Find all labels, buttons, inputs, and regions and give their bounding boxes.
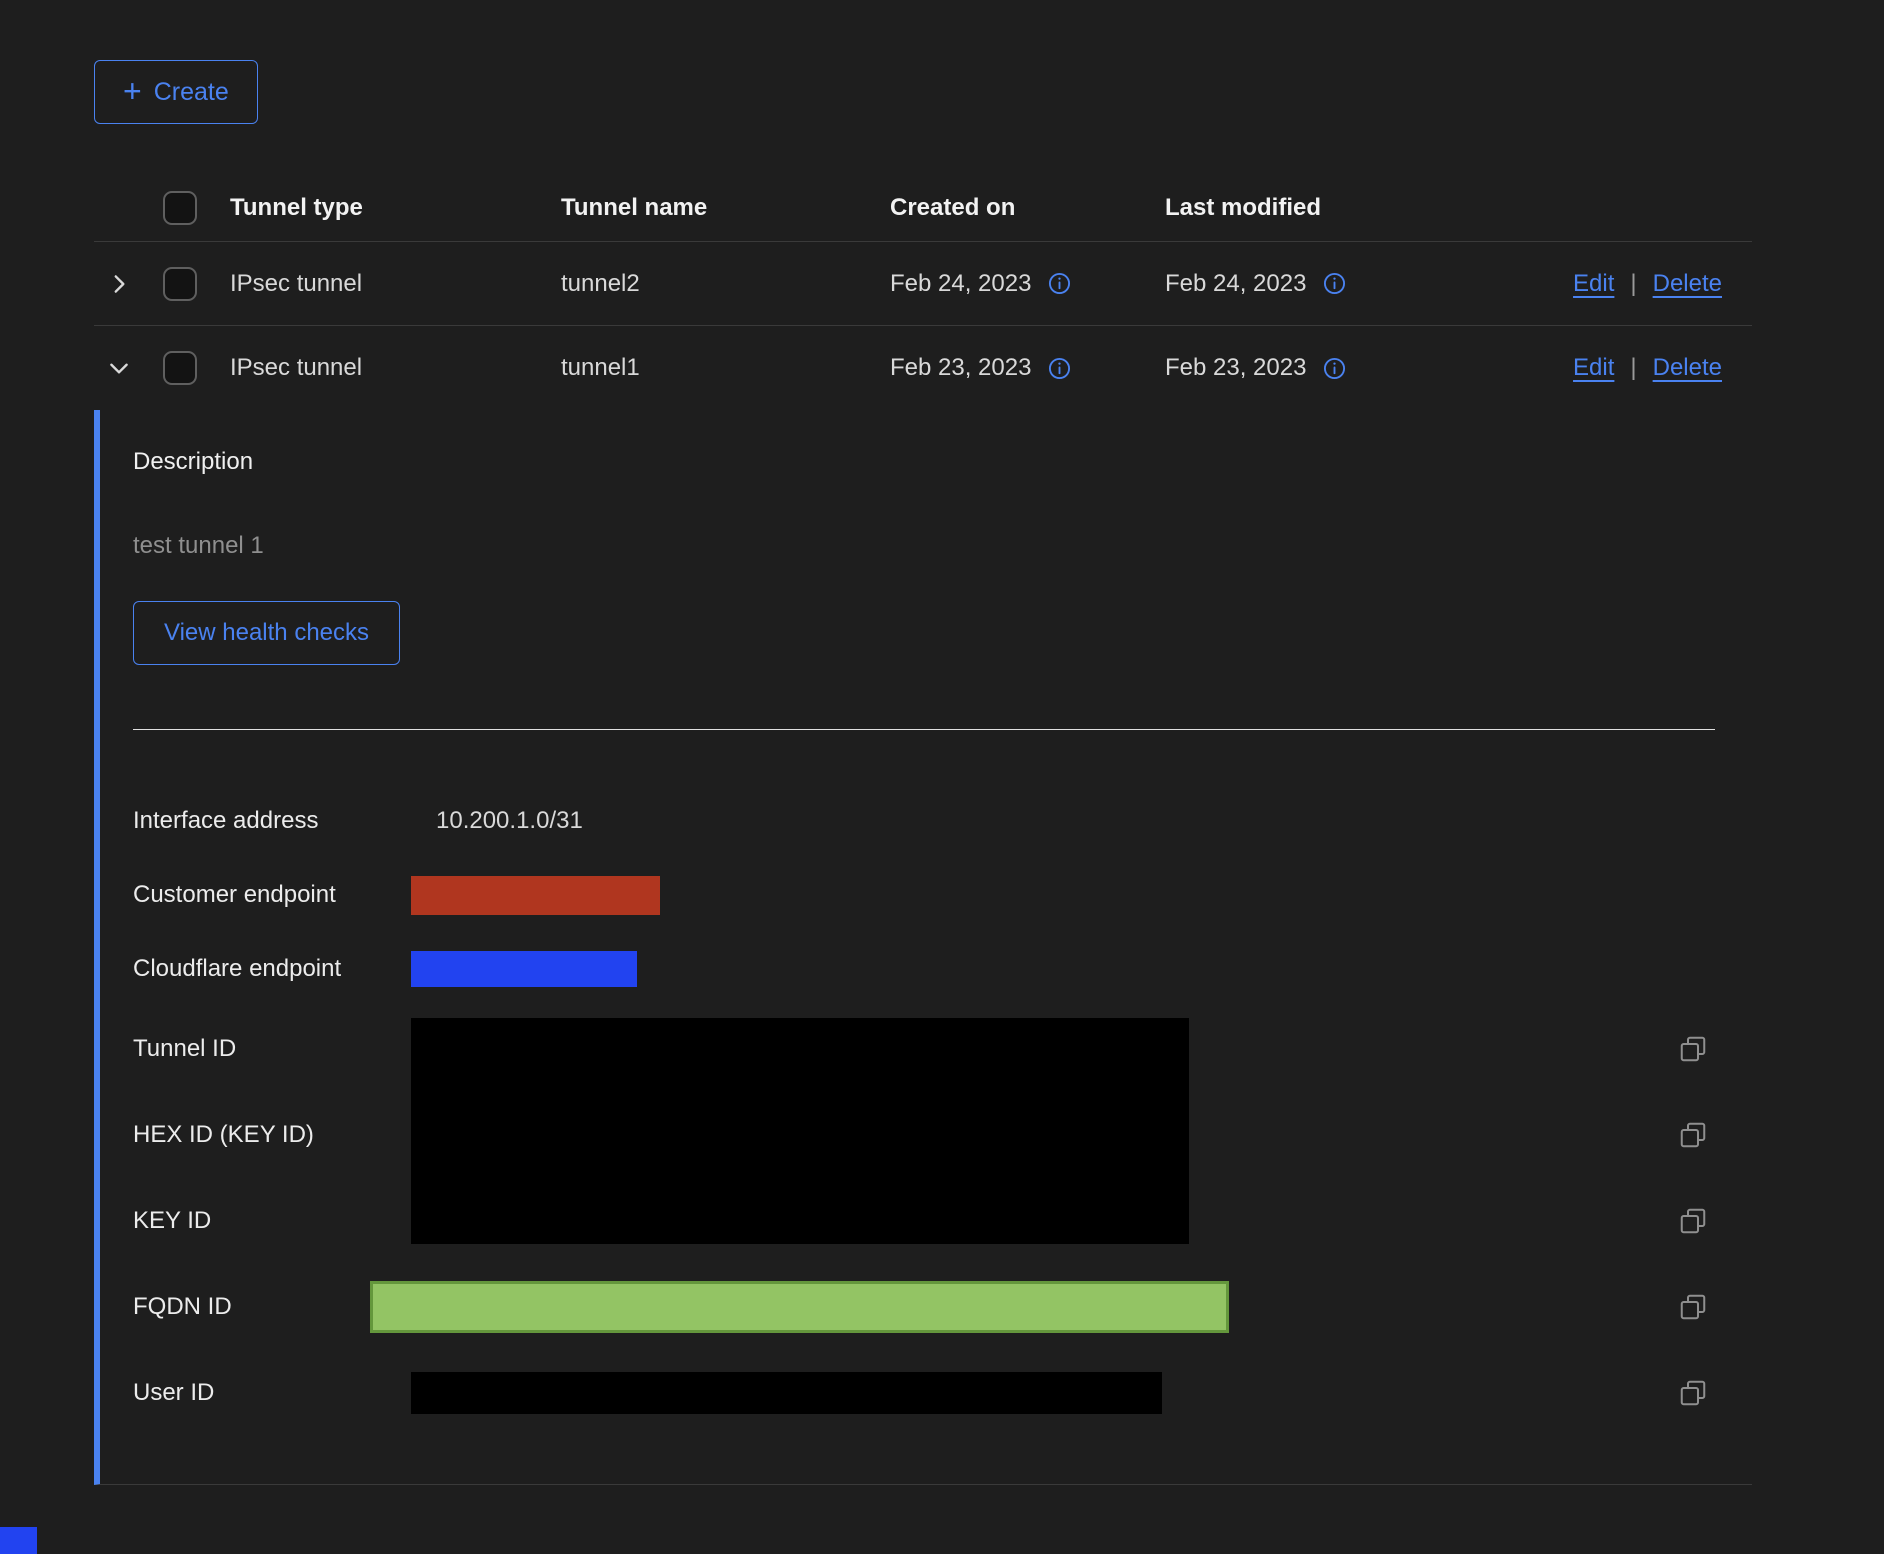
info-icon[interactable]	[1047, 356, 1072, 381]
customer-endpoint-label: Customer endpoint	[133, 881, 411, 909]
edit-link[interactable]: Edit	[1573, 270, 1614, 298]
cloudflare-endpoint-label: Cloudflare endpoint	[133, 955, 411, 983]
created-on-value: Feb 23, 2023	[890, 354, 1031, 382]
last-modified-value: Feb 23, 2023	[1165, 354, 1306, 382]
interface-address-label: Interface address	[133, 807, 411, 835]
field-row-user-id: User ID	[133, 1350, 1752, 1436]
plus-icon: +	[123, 75, 142, 107]
column-header-tunnel-name: Tunnel name	[561, 194, 890, 222]
copy-icon[interactable]	[1678, 1034, 1708, 1064]
field-row-cloudflare-endpoint: Cloudflare endpoint	[133, 932, 1752, 1006]
copy-icon[interactable]	[1678, 1120, 1708, 1150]
tunnels-page: + Create Tunnel type Tunnel name Created…	[0, 0, 1884, 1485]
customer-endpoint-redacted-value	[411, 876, 660, 915]
table-row: IPsec tunnel tunnel2 Feb 24, 2023 Feb 24…	[94, 242, 1752, 326]
last-modified-value: Feb 24, 2023	[1165, 270, 1306, 298]
row-checkbox[interactable]	[163, 351, 197, 385]
user-id-label: User ID	[133, 1379, 411, 1407]
edit-link[interactable]: Edit	[1573, 354, 1614, 382]
info-icon[interactable]	[1322, 271, 1347, 296]
row-actions: Edit | Delete	[1573, 270, 1752, 298]
tunnel-type-cell: IPsec tunnel	[230, 354, 561, 382]
tunnel-name-cell: tunnel2	[561, 270, 890, 298]
description-value: test tunnel 1	[133, 528, 1752, 564]
collapse-row-button[interactable]	[106, 355, 132, 381]
hex-id-label: HEX ID (KEY ID)	[133, 1121, 411, 1149]
row-checkbox[interactable]	[163, 267, 197, 301]
tunnel-detail-panel: Description test tunnel 1 View health ch…	[94, 410, 1752, 1485]
user-id-redacted-value	[411, 1372, 1162, 1414]
action-separator: |	[1630, 270, 1636, 298]
column-header-tunnel-type: Tunnel type	[230, 194, 561, 222]
delete-link[interactable]: Delete	[1653, 354, 1722, 382]
created-on-value: Feb 24, 2023	[890, 270, 1031, 298]
copy-icon[interactable]	[1678, 1206, 1708, 1236]
create-button[interactable]: + Create	[94, 60, 258, 124]
select-all-checkbox[interactable]	[163, 191, 197, 225]
table-row: IPsec tunnel tunnel1 Feb 23, 2023 Feb 23…	[94, 326, 1752, 410]
tunnel-name-cell: tunnel1	[561, 354, 890, 382]
ids-redacted-value-block	[411, 1018, 1189, 1244]
copy-icon[interactable]	[1678, 1378, 1708, 1408]
key-id-label: KEY ID	[133, 1207, 411, 1235]
chevron-down-icon	[106, 355, 132, 381]
table-header-row: Tunnel type Tunnel name Created on Last …	[94, 174, 1752, 242]
info-icon[interactable]	[1047, 271, 1072, 296]
description-label: Description	[133, 444, 1752, 480]
expand-row-button[interactable]	[106, 271, 132, 297]
field-row-customer-endpoint: Customer endpoint	[133, 858, 1752, 932]
tunnel-id-label: Tunnel ID	[133, 1035, 411, 1063]
fqdn-id-redacted-value	[370, 1281, 1229, 1333]
chevron-right-icon	[106, 271, 132, 297]
interface-address-value: 10.200.1.0/31	[411, 807, 583, 835]
row-actions: Edit | Delete	[1573, 354, 1752, 382]
header-checkbox-cell	[163, 191, 230, 225]
bottom-left-blue-fragment	[0, 1527, 37, 1554]
delete-link[interactable]: Delete	[1653, 270, 1722, 298]
last-modified-cell: Feb 24, 2023	[1165, 270, 1573, 298]
create-button-label: Create	[154, 78, 229, 107]
created-on-cell: Feb 23, 2023	[890, 354, 1165, 382]
last-modified-cell: Feb 23, 2023	[1165, 354, 1573, 382]
cloudflare-endpoint-redacted-value	[411, 951, 637, 987]
column-header-created-on: Created on	[890, 194, 1165, 222]
action-separator: |	[1630, 354, 1636, 382]
info-icon[interactable]	[1322, 356, 1347, 381]
tunnel-fields: Interface address 10.200.1.0/31 Customer…	[133, 730, 1752, 1436]
field-row-fqdn-id: FQDN ID	[133, 1264, 1752, 1350]
tunnel-type-cell: IPsec tunnel	[230, 270, 561, 298]
view-health-checks-button[interactable]: View health checks	[133, 601, 400, 665]
copy-icon[interactable]	[1678, 1292, 1708, 1322]
tunnels-table: Tunnel type Tunnel name Created on Last …	[94, 174, 1752, 1485]
created-on-cell: Feb 24, 2023	[890, 270, 1165, 298]
column-header-last-modified: Last modified	[1165, 194, 1722, 222]
field-row-interface-address: Interface address 10.200.1.0/31	[133, 784, 1752, 858]
